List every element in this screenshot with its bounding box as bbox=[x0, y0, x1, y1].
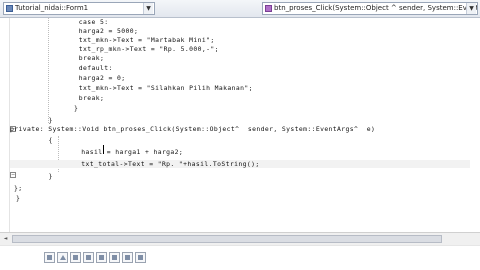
chevron-down-icon[interactable]: ▼ bbox=[466, 3, 476, 14]
code-line[interactable]: } bbox=[40, 116, 53, 124]
code-line[interactable]: txt_total->Text = "Rp. "+hasil.ToString(… bbox=[60, 160, 260, 168]
code-line[interactable]: case 5: bbox=[32, 18, 108, 26]
window-icon[interactable] bbox=[44, 252, 55, 263]
bottom-toolbar bbox=[0, 245, 480, 270]
minus-fold-icon[interactable]: − bbox=[10, 172, 16, 178]
code-line[interactable]: } bbox=[16, 194, 20, 202]
code-line[interactable]: private: System::Void btn_proses_Click(S… bbox=[10, 125, 375, 133]
list-icon[interactable] bbox=[122, 252, 133, 263]
code-line[interactable]: { bbox=[40, 136, 53, 144]
code-line[interactable]: harga2 = 5000; bbox=[32, 27, 138, 35]
navigation-bar: Tutorial_nidai::Form1 ▼ btn_proses_Click… bbox=[0, 0, 480, 18]
settings-icon[interactable] bbox=[135, 252, 146, 263]
class-icon bbox=[6, 5, 13, 12]
code-line[interactable]: default: bbox=[32, 64, 113, 72]
code-line[interactable]: } bbox=[40, 172, 53, 180]
class-dropdown[interactable]: Tutorial_nidai::Form1 ▼ bbox=[3, 2, 155, 15]
scroll-thumb[interactable] bbox=[12, 235, 442, 243]
code-area[interactable]: − − case 5: harga2 = 5000; txt_mkn->Text… bbox=[10, 18, 480, 245]
code-line[interactable]: break; bbox=[32, 54, 104, 62]
code-line[interactable]: txt_mkn->Text = "Silahkan Pilih Makanan"… bbox=[32, 84, 253, 92]
text-cursor bbox=[103, 145, 104, 154]
triangle-icon[interactable] bbox=[57, 252, 68, 263]
code-line[interactable]: } bbox=[40, 104, 78, 112]
folder-icon[interactable] bbox=[83, 252, 94, 263]
code-line[interactable]: break; bbox=[32, 94, 104, 102]
code-line[interactable]: hasil = harga1 + harga2; bbox=[60, 148, 183, 156]
scroll-left-icon[interactable]: ◄ bbox=[1, 234, 10, 244]
indicator-margin bbox=[0, 18, 10, 245]
code-line[interactable]: txt_mkn->Text = "Martabak Mini"; bbox=[32, 36, 215, 44]
horizontal-scrollbar[interactable]: ◄ bbox=[0, 232, 480, 245]
grid-icon[interactable] bbox=[96, 252, 107, 263]
method-dropdown-text: btn_proses_Click(System::Object ^ sender… bbox=[274, 4, 477, 12]
code-line[interactable]: harga2 = 0; bbox=[32, 74, 125, 82]
code-line[interactable]: }; bbox=[14, 184, 23, 192]
code-line[interactable]: txt_rp_mkn->Text = "Rp. 5.000,-"; bbox=[32, 45, 219, 53]
terminal-icon[interactable] bbox=[109, 252, 120, 263]
class-dropdown-text: Tutorial_nidai::Form1 bbox=[15, 4, 89, 12]
code-editor-window: Tutorial_nidai::Form1 ▼ btn_proses_Click… bbox=[0, 0, 480, 270]
method-dropdown[interactable]: btn_proses_Click(System::Object ^ sender… bbox=[262, 2, 478, 15]
chevron-down-icon[interactable]: ▼ bbox=[143, 3, 153, 14]
document-icon[interactable] bbox=[70, 252, 81, 263]
method-icon bbox=[265, 5, 272, 12]
